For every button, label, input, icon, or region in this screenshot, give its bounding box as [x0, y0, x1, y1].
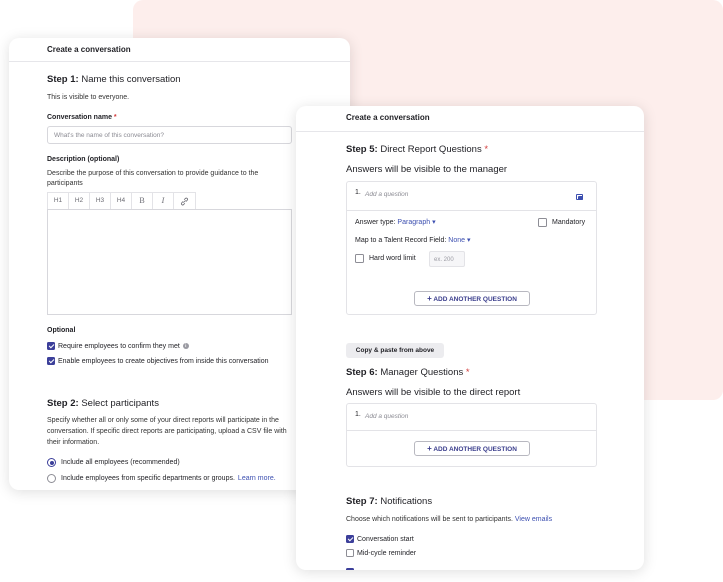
enable-objectives-checkbox[interactable] — [47, 357, 55, 365]
step7-title: Step 7: Notifications — [346, 496, 432, 507]
step6-label: Step 6: — [346, 367, 378, 378]
copy-paste-button[interactable]: Copy & paste from above — [346, 343, 444, 358]
add-question-button[interactable]: + ADD ANOTHER QUESTION — [414, 291, 530, 306]
plus-icon: + — [427, 294, 432, 303]
map-field-dropdown[interactable]: None ▾ — [448, 237, 470, 244]
step2-help: Specify whether all or only some of your… — [47, 417, 287, 446]
mandatory-option[interactable]: Mandatory — [538, 218, 585, 227]
question-row: 1. Add a question — [347, 182, 596, 211]
link-button[interactable] — [174, 193, 195, 209]
step1-subtitle: This is visible to everyone. — [47, 94, 130, 101]
h3-button[interactable]: H3 — [90, 193, 111, 209]
mandatory-label: Mandatory — [552, 219, 586, 226]
step7-help-text: Choose which notifications will be sent … — [346, 516, 513, 523]
include-all-radio[interactable] — [47, 458, 56, 467]
enable-objectives-option[interactable]: Enable employees to create objectives fr… — [47, 357, 269, 365]
include-specific-label: Include employees from specific departme… — [61, 475, 235, 482]
hard-word-limit-option[interactable]: Hard word limit — [355, 254, 416, 263]
h2-button[interactable]: H2 — [69, 193, 90, 209]
answer-type-value: Paragraph — [397, 219, 431, 226]
partial-option — [346, 563, 357, 570]
required-asterisk: * — [465, 367, 470, 378]
include-all-label: Include all employees (recommended) — [61, 459, 180, 466]
description-editor[interactable] — [47, 209, 292, 315]
step5-subtitle: Answers will be visible to the manager — [346, 164, 508, 175]
mid-cycle-reminder-checkbox[interactable] — [346, 549, 354, 557]
mid-cycle-reminder-label: Mid-cycle reminder — [357, 549, 417, 557]
require-confirm-option[interactable]: Require employees to confirm they met i — [47, 342, 189, 350]
answer-type-row: Answer type: Paragraph ▾ — [355, 218, 436, 226]
learn-more-link[interactable]: Learn more. — [238, 475, 276, 482]
required-asterisk: * — [113, 114, 117, 121]
include-specific-option[interactable]: Include employees from specific departme… — [47, 474, 276, 483]
link-icon — [181, 197, 188, 206]
description-help: Describe the purpose of this conversatio… — [47, 170, 259, 187]
bold-button[interactable]: B — [132, 193, 153, 209]
partial-checkbox[interactable] — [346, 568, 354, 570]
step1-label: Step 1: — [47, 74, 79, 85]
plus-icon: + — [427, 444, 432, 453]
h1-button[interactable]: H1 — [48, 193, 69, 209]
conversation-start-label: Conversation start — [357, 535, 414, 543]
step7-label: Step 7: — [346, 496, 378, 507]
direct-report-question-box: 1. Add a question Answer type: Paragraph… — [346, 181, 597, 315]
map-field-row: Map to a Talent Record Field: None ▾ — [355, 236, 470, 244]
optional-label: Optional — [47, 327, 76, 334]
question-row: 1. Add a question — [347, 404, 596, 431]
question-number: 1. — [355, 411, 361, 418]
step1-heading: Name this conversation — [81, 74, 181, 85]
map-field-label: Map to a Talent Record Field: — [355, 237, 447, 244]
question-number: 1. — [355, 189, 361, 196]
conversation-start-option[interactable]: Conversation start — [346, 535, 414, 543]
h4-button[interactable]: H4 — [111, 193, 132, 209]
description-label: Description (optional) — [47, 156, 120, 163]
card-header: Create a conversation — [296, 106, 644, 132]
step2-title: Step 2: Select participants — [47, 398, 159, 409]
required-asterisk: * — [484, 144, 489, 155]
require-confirm-label: Require employees to confirm they met — [58, 342, 180, 350]
question-input[interactable]: Add a question — [365, 191, 408, 198]
add-question-label: ADD ANOTHER QUESTION — [433, 296, 517, 303]
step2-heading: Select participants — [81, 398, 159, 409]
include-all-option[interactable]: Include all employees (recommended) — [47, 458, 180, 467]
step5-title: Step 5: Direct Report Questions * — [346, 144, 488, 155]
conversation-name-input[interactable]: What's the name of this conversation? — [47, 126, 292, 144]
conversation-name-label: Conversation name * — [47, 114, 117, 121]
step5-label: Step 5: — [346, 144, 378, 155]
view-emails-link[interactable]: View emails — [515, 516, 552, 523]
word-limit-input[interactable]: ex. 200 — [429, 251, 465, 267]
step6-heading: Manager Questions — [380, 367, 464, 378]
step1-title: Step 1: Name this conversation — [47, 74, 181, 85]
hard-word-limit-checkbox[interactable] — [355, 254, 364, 263]
copy-icon[interactable] — [576, 194, 584, 201]
require-confirm-checkbox[interactable] — [47, 342, 55, 350]
add-question-button[interactable]: + ADD ANOTHER QUESTION — [414, 441, 530, 456]
create-conversation-card-questions: Create a conversation Step 5: Direct Rep… — [296, 106, 644, 570]
step5-heading: Direct Report Questions — [380, 144, 482, 155]
answer-type-label: Answer type: — [355, 219, 396, 226]
card-header: Create a conversation — [9, 38, 350, 62]
mid-cycle-reminder-option[interactable]: Mid-cycle reminder — [346, 549, 416, 557]
enable-objectives-label: Enable employees to create objectives fr… — [58, 357, 269, 365]
step6-subtitle: Answers will be visible to the direct re… — [346, 387, 521, 398]
conversation-start-checkbox[interactable] — [346, 535, 354, 543]
step6-title: Step 6: Manager Questions * — [346, 367, 470, 378]
info-icon[interactable]: i — [182, 343, 189, 349]
mandatory-checkbox[interactable] — [538, 218, 547, 227]
step2-label: Step 2: — [47, 398, 79, 409]
include-specific-radio[interactable] — [47, 474, 56, 483]
step7-heading: Notifications — [380, 496, 433, 507]
answer-type-dropdown[interactable]: Paragraph ▾ — [397, 219, 435, 226]
map-field-value: None — [448, 237, 465, 244]
question-input[interactable]: Add a question — [365, 413, 408, 420]
conversation-name-label-text: Conversation name — [47, 114, 112, 121]
editor-toolbar: H1 H2 H3 H4 B I — [47, 192, 196, 209]
italic-button[interactable]: I — [153, 193, 174, 209]
manager-question-box: 1. Add a question + ADD ANOTHER QUESTION — [346, 403, 597, 467]
add-question-label: ADD ANOTHER QUESTION — [433, 446, 517, 453]
hard-word-limit-label: Hard word limit — [369, 255, 416, 262]
step7-help: Choose which notifications will be sent … — [346, 515, 552, 525]
